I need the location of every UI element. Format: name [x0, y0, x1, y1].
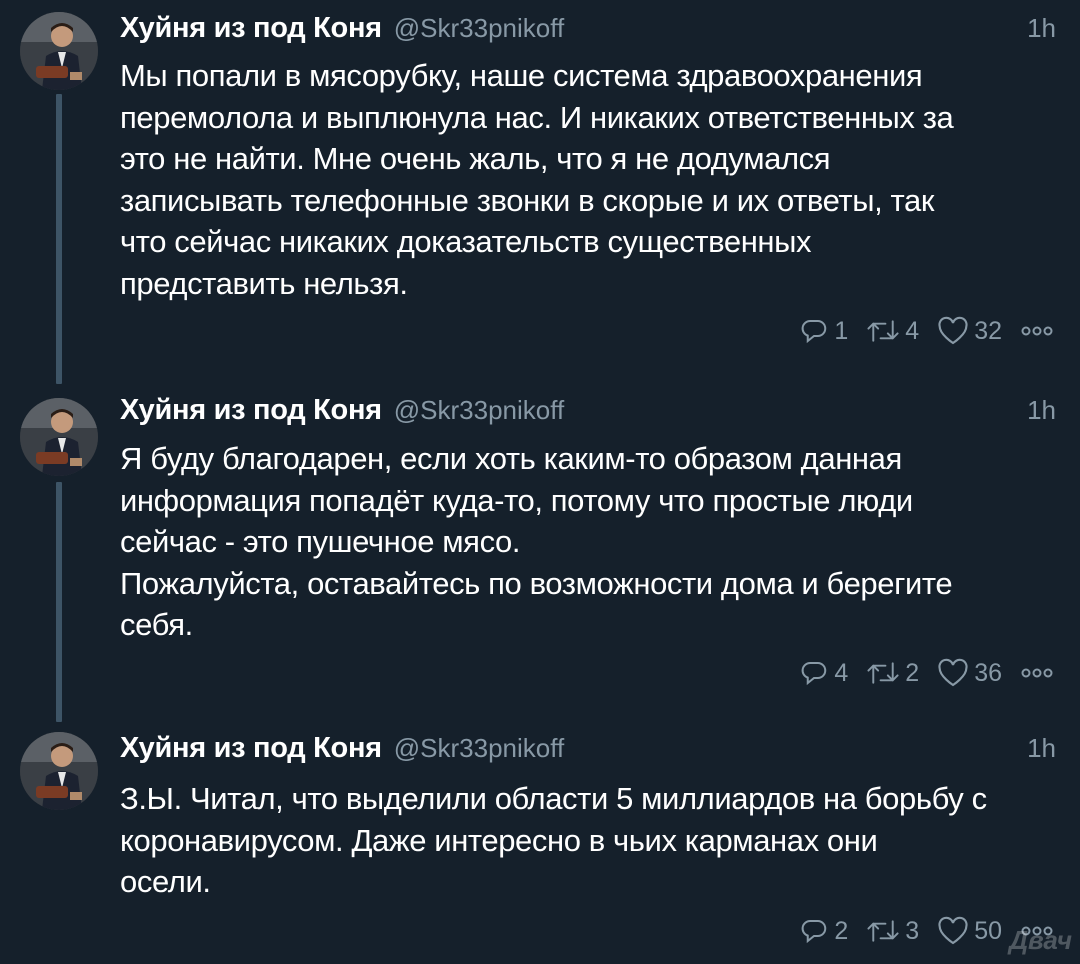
thread-connector	[56, 94, 62, 384]
text-line: это не найти. Мне очень жаль, что я не д…	[120, 141, 831, 176]
text-line: записывать телефонные звонки в скорые и …	[120, 182, 934, 218]
text-line: сейчас - это пушечное мясо.	[120, 524, 521, 559]
heart-icon	[937, 916, 969, 946]
reply-button[interactable]: 4	[799, 658, 848, 688]
tweet-header: Хуйня из под Коня @Skr33pnikoff 1h	[120, 12, 1060, 52]
retweet-icon	[866, 916, 900, 946]
retweet-button[interactable]: 2	[866, 658, 919, 688]
text-line: представить нельзя.	[120, 265, 408, 301]
tweet-header: Хуйня из под Коня @Skr33pnikoff 1h	[120, 732, 1060, 772]
watermark: Двач	[1009, 925, 1072, 955]
tweet-text: Мы попали в мясорубку, наше система здра…	[120, 55, 1060, 304]
reply-icon	[799, 316, 829, 346]
text-line: коронавирусом. Даже интересно в чьих кар…	[120, 822, 878, 858]
text-line: себя.	[120, 607, 193, 642]
text-line: что сейчас никаких доказательств существ…	[120, 224, 812, 259]
reply-button[interactable]: 1	[799, 316, 848, 346]
reply-icon	[799, 916, 829, 946]
retweet-icon	[866, 658, 900, 688]
author-handle[interactable]: @Skr33pnikoff	[394, 733, 564, 764]
like-button[interactable]: 32	[937, 316, 1002, 346]
tweet-text: З.Ы. Читал, что выделили области 5 милли…	[120, 778, 1060, 903]
timestamp[interactable]: 1h	[1027, 733, 1060, 764]
tweet-thread: Хуйня из под Коня @Skr33pnikoff 1h Мы по…	[0, 0, 1080, 964]
tweet[interactable]: Хуйня из под Коня @Skr33pnikoff 1h Мы по…	[0, 0, 1080, 386]
tweet-actions: 4 2 36	[799, 658, 1054, 688]
avatar[interactable]	[20, 732, 98, 810]
more-icon	[1020, 325, 1054, 337]
like-count: 32	[974, 316, 1002, 345]
author-handle[interactable]: @Skr33pnikoff	[394, 395, 564, 426]
reply-icon	[799, 658, 829, 688]
heart-icon	[937, 658, 969, 688]
retweet-button[interactable]: 4	[866, 316, 919, 346]
tweet-header: Хуйня из под Коня @Skr33pnikoff 1h	[120, 394, 1060, 434]
reply-button[interactable]: 2	[799, 916, 848, 946]
more-button[interactable]	[1020, 667, 1054, 679]
like-count: 50	[974, 916, 1002, 945]
reply-count: 2	[834, 916, 849, 945]
avatar[interactable]	[20, 12, 98, 90]
text-line: Я буду благодарен, если хоть каким-то об…	[120, 441, 902, 476]
text-line: Мы попали в мясорубку, наше система здра…	[120, 58, 923, 93]
like-count: 36	[974, 658, 1002, 687]
timestamp[interactable]: 1h	[1027, 395, 1060, 426]
text-line: перемолола и выплюнула нас. И никаких от…	[120, 99, 954, 135]
text-line: информация попадёт куда-то, потому что п…	[120, 482, 913, 518]
more-button[interactable]	[1020, 325, 1054, 337]
retweet-button[interactable]: 3	[866, 916, 919, 946]
heart-icon	[937, 316, 969, 346]
retweet-icon	[866, 316, 900, 346]
author-handle[interactable]: @Skr33pnikoff	[394, 13, 564, 44]
tweet-actions: 1 4 32	[799, 316, 1054, 346]
tweet[interactable]: Хуйня из под Коня @Skr33pnikoff 1h З.Ы. …	[0, 726, 1080, 964]
thread-connector	[56, 482, 62, 722]
tweet-text: Я буду благодарен, если хоть каким-то об…	[120, 438, 1060, 646]
text-line: осели.	[120, 864, 211, 899]
timestamp[interactable]: 1h	[1027, 13, 1060, 44]
text-line: З.Ы. Читал, что выделили области 5 милли…	[120, 781, 987, 816]
like-button[interactable]: 36	[937, 658, 1002, 688]
retweet-count: 2	[905, 658, 920, 687]
retweet-count: 4	[905, 316, 920, 345]
retweet-count: 3	[905, 916, 920, 945]
tweet[interactable]: Хуйня из под Коня @Skr33pnikoff 1h Я буд…	[0, 386, 1080, 726]
text-line: Пожалуйста, оставайтесь по возможности д…	[120, 565, 953, 601]
reply-count: 1	[834, 316, 849, 345]
like-button[interactable]: 50	[937, 916, 1002, 946]
avatar[interactable]	[20, 398, 98, 476]
reply-count: 4	[834, 658, 849, 687]
more-icon	[1020, 667, 1054, 679]
author-name[interactable]: Хуйня из под Коня	[120, 732, 382, 765]
author-name[interactable]: Хуйня из под Коня	[120, 394, 382, 427]
author-name[interactable]: Хуйня из под Коня	[120, 12, 382, 45]
